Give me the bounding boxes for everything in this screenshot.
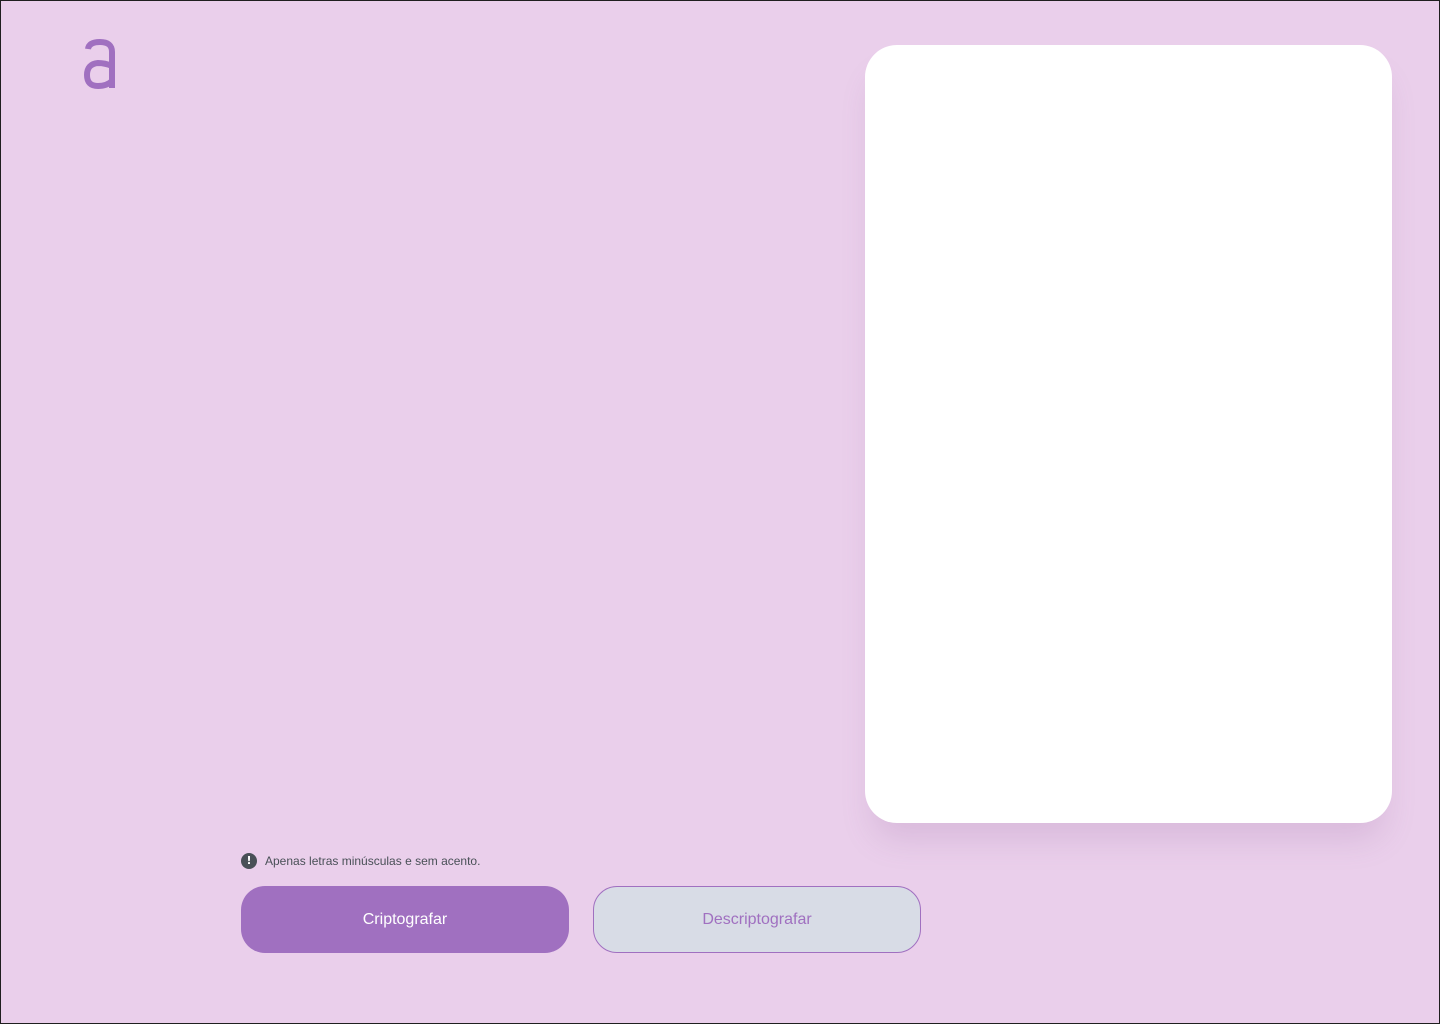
decrypt-button[interactable]: Descriptografar [593,886,921,953]
encrypt-button[interactable]: Criptografar [241,886,569,953]
app-window: ! Apenas letras minúsculas e sem acento.… [0,0,1440,1024]
input-hint: ! Apenas letras minúsculas e sem acento. [241,852,480,870]
exclamation-circle-icon: ! [241,853,257,869]
hint-text: Apenas letras minúsculas e sem acento. [265,854,481,868]
output-panel [865,45,1392,823]
alura-logo-icon [83,38,119,91]
message-input[interactable] [241,121,805,805]
